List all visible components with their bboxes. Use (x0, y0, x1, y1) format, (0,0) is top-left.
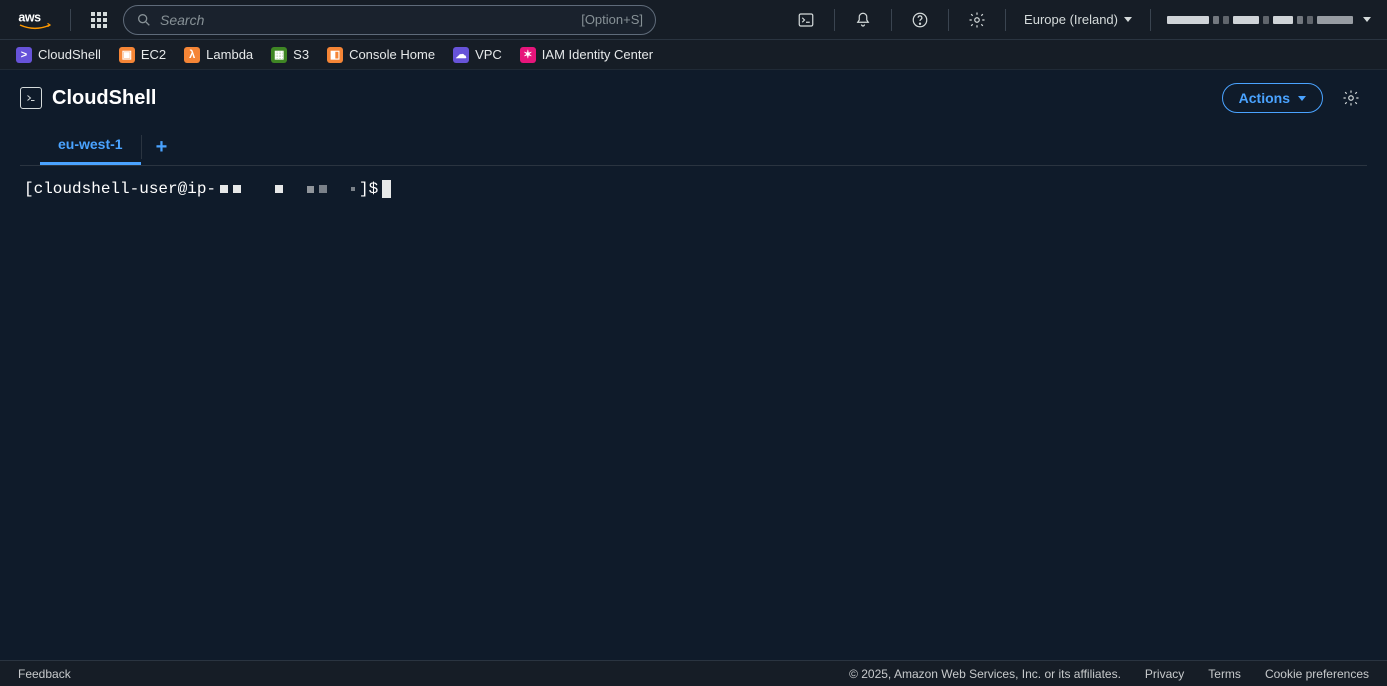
search-shortcut-hint: [Option+S] (581, 12, 643, 27)
environment-tabs: eu-west-1 + (20, 126, 1367, 166)
separator (70, 9, 71, 31)
fav-label: S3 (293, 47, 309, 62)
iam-icon: ✶ (520, 47, 536, 63)
fav-label: EC2 (141, 47, 166, 62)
fav-lambda[interactable]: λ Lambda (184, 47, 253, 63)
vpc-icon: ☁ (453, 47, 469, 63)
privacy-link[interactable]: Privacy (1145, 667, 1184, 681)
svg-text:aws: aws (18, 10, 41, 24)
cloudshell-toggle-button[interactable] (790, 4, 822, 36)
region-label: Europe (Ireland) (1024, 12, 1118, 27)
fav-label: Console Home (349, 47, 435, 62)
actions-button[interactable]: Actions (1222, 83, 1323, 113)
page-header: CloudShell Actions (0, 70, 1387, 122)
cloudshell-service-icon (20, 87, 42, 109)
help-icon (911, 11, 929, 29)
global-search[interactable]: [Option+S] (123, 5, 656, 35)
account-menu[interactable] (1163, 16, 1375, 24)
console-home-icon: ◧ (327, 47, 343, 63)
fav-ec2[interactable]: ▣ EC2 (119, 47, 166, 63)
fav-label: IAM Identity Center (542, 47, 653, 62)
separator (1150, 9, 1151, 31)
gear-icon (1342, 89, 1360, 107)
fav-cloudshell[interactable]: > CloudShell (16, 47, 101, 63)
favorites-bar: > CloudShell ▣ EC2 λ Lambda ▦ S3 ◧ Console Ho… (0, 40, 1387, 70)
aws-logo[interactable]: aws (12, 10, 58, 30)
cookie-preferences-link[interactable]: Cookie preferences (1265, 667, 1369, 681)
console-footer: Feedback © 2025, Amazon Web Services, In… (0, 660, 1387, 686)
redacted-ip (220, 185, 355, 193)
page-title: CloudShell (20, 87, 156, 110)
s3-icon: ▦ (271, 47, 287, 63)
gear-icon (968, 11, 986, 29)
services-menu-button[interactable] (83, 4, 115, 36)
chevron-down-icon (1124, 17, 1132, 22)
fav-label: VPC (475, 47, 502, 62)
ec2-icon: ▣ (119, 47, 135, 63)
settings-button[interactable] (961, 4, 993, 36)
fav-vpc[interactable]: ☁ VPC (453, 47, 502, 63)
terminal-output[interactable]: [cloudshell-user@ip- ]$ (0, 166, 1387, 212)
fav-label: CloudShell (38, 47, 101, 62)
region-selector[interactable]: Europe (Ireland) (1018, 8, 1138, 31)
plus-icon: + (156, 136, 168, 158)
grid-icon (91, 12, 107, 28)
fav-console-home[interactable]: ◧ Console Home (327, 47, 435, 63)
cloudshell-icon: > (16, 47, 32, 63)
actions-label: Actions (1239, 90, 1290, 106)
lambda-icon: λ (184, 47, 200, 63)
fav-s3[interactable]: ▦ S3 (271, 47, 309, 63)
tab-label: eu-west-1 (58, 136, 123, 152)
separator (948, 9, 949, 31)
page-title-text: CloudShell (52, 87, 156, 110)
chevron-down-icon (1298, 96, 1306, 101)
separator (1005, 9, 1006, 31)
separator (834, 9, 835, 31)
separator (891, 9, 892, 31)
fav-label: Lambda (206, 47, 253, 62)
search-input[interactable] (160, 12, 573, 28)
cloudshell-settings-button[interactable] (1335, 82, 1367, 114)
tab-eu-west-1[interactable]: eu-west-1 (40, 126, 141, 165)
fav-iam-identity-center[interactable]: ✶ IAM Identity Center (520, 47, 653, 63)
feedback-link[interactable]: Feedback (18, 667, 71, 681)
top-nav: aws [Option+S] Europe (Ireland) (0, 0, 1387, 40)
terms-link[interactable]: Terms (1208, 667, 1241, 681)
notifications-button[interactable] (847, 4, 879, 36)
prompt-suffix: ]$ (359, 180, 378, 198)
search-icon (136, 12, 152, 28)
add-tab-button[interactable]: + (142, 129, 182, 165)
terminal-icon (797, 11, 815, 29)
prompt-prefix: [cloudshell-user@ip- (24, 180, 216, 198)
terminal-cursor (382, 180, 391, 198)
help-button[interactable] (904, 4, 936, 36)
bell-icon (854, 11, 872, 29)
copyright-text: © 2025, Amazon Web Services, Inc. or its… (849, 667, 1121, 681)
chevron-down-icon (1363, 17, 1371, 22)
